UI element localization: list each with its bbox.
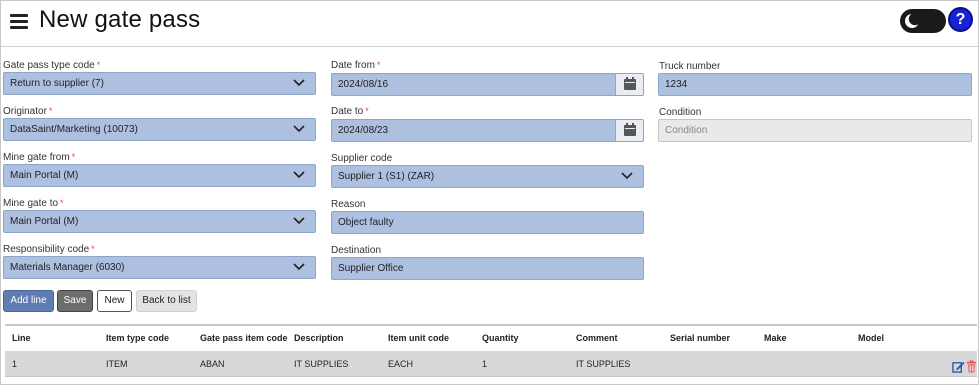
chevron-down-icon <box>293 125 305 133</box>
required-marker: * <box>91 244 95 254</box>
column-header-gate-pass-item-code: Gate pass item code <box>200 333 288 343</box>
mine-gate-from-value: Main Portal (M) <box>10 170 79 181</box>
supplier-code-label: Supplier code <box>331 153 393 164</box>
condition-input[interactable]: Condition <box>658 119 972 142</box>
required-marker: * <box>71 152 76 162</box>
help-icon: ? <box>955 11 966 28</box>
date-from-calendar-button[interactable] <box>615 74 643 95</box>
responsibility-code-label: Responsibility code * <box>3 244 95 255</box>
date-from-value: 2024/08/16 <box>338 79 389 90</box>
table-row[interactable]: 1 ITEM ABAN IT SUPPLIES EACH 1 IT SUPPLI… <box>5 351 977 377</box>
destination-label: Destination <box>331 245 382 256</box>
chevron-down-icon <box>293 171 305 179</box>
truck-number-value: 1234 <box>665 79 688 90</box>
moon-icon <box>905 13 920 28</box>
responsibility-code-value: Materials Manager (6030) <box>10 262 125 273</box>
truck-number-input[interactable]: 1234 <box>658 73 972 96</box>
originator-label: Originator * <box>3 106 53 117</box>
mine-gate-from-label: Mine gate from * <box>3 152 76 163</box>
cell-description: IT SUPPLIES <box>294 359 349 369</box>
date-from-input[interactable]: 2024/08/16 <box>331 73 644 96</box>
gate-pass-lines-table: Line Item type code Gate pass item code … <box>5 324 977 379</box>
condition-placeholder: Condition <box>665 125 708 136</box>
add-line-button[interactable]: Add line <box>3 290 54 312</box>
date-to-label: Date to * <box>331 106 369 117</box>
new-button[interactable]: New <box>97 290 132 312</box>
table-header: Line Item type code Gate pass item code … <box>5 326 977 350</box>
calendar-icon <box>624 123 636 136</box>
mine-gate-to-label: Mine gate to * <box>3 198 64 209</box>
destination-value: Supplier Office <box>338 263 404 274</box>
destination-input[interactable]: Supplier Office <box>331 257 644 280</box>
reason-input[interactable]: Object faulty <box>331 211 644 234</box>
column-header-quantity: Quantity <box>482 333 519 343</box>
chevron-down-icon <box>293 263 305 271</box>
cell-comment: IT SUPPLIES <box>576 359 631 369</box>
gate-pass-type-select[interactable]: Return to supplier (7) <box>3 72 316 95</box>
cell-item-type-code: ITEM <box>106 359 128 369</box>
required-marker: * <box>96 60 101 70</box>
page-header: New gate pass ? <box>1 1 978 47</box>
supplier-code-select[interactable]: Supplier 1 (S1) (ZAR) <box>331 165 644 188</box>
responsibility-code-select[interactable]: Materials Manager (6030) <box>3 256 316 279</box>
cell-line: 1 <box>12 359 18 369</box>
trash-icon[interactable] <box>965 360 978 373</box>
date-to-value: 2024/08/23 <box>338 125 389 136</box>
chevron-down-icon <box>621 172 633 180</box>
page-title: New gate pass <box>39 6 201 33</box>
gate-pass-type-label: Gate pass type code * <box>3 60 101 71</box>
date-to-calendar-button[interactable] <box>615 120 643 141</box>
reason-value: Object faulty <box>338 217 394 228</box>
chevron-down-icon <box>293 79 305 87</box>
gate-pass-type-value: Return to supplier (7) <box>10 78 104 89</box>
date-from-label: Date from * <box>331 60 381 71</box>
back-to-list-button[interactable]: Back to list <box>136 290 197 312</box>
date-to-input[interactable]: 2024/08/23 <box>331 119 644 142</box>
cell-item-unit-code: EACH <box>388 359 414 369</box>
app-window: New gate pass ? Gate pass type code * Ret… <box>0 0 979 385</box>
cell-quantity: 1 <box>482 359 488 369</box>
column-header-make: Make <box>764 333 787 343</box>
column-header-item-unit-code: Item unit code <box>388 333 450 343</box>
cell-gate-pass-item-code: ABAN <box>200 359 225 369</box>
hamburger-menu-icon[interactable] <box>10 14 28 30</box>
save-button[interactable]: Save <box>57 290 93 312</box>
reason-label: Reason <box>331 199 366 210</box>
chevron-down-icon <box>293 217 305 225</box>
mine-gate-to-value: Main Portal (M) <box>10 216 79 227</box>
column-header-item-type-code: Item type code <box>106 333 170 343</box>
column-header-line: Line <box>12 333 31 343</box>
originator-select[interactable]: DataSaint/Marketing (10073) <box>3 118 316 141</box>
column-header-description: Description <box>294 333 344 343</box>
calendar-icon <box>624 77 636 90</box>
column-header-serial-number: Serial number <box>670 333 731 343</box>
mine-gate-from-select[interactable]: Main Portal (M) <box>3 164 316 187</box>
required-marker: * <box>60 198 64 208</box>
required-marker: * <box>48 106 53 116</box>
required-marker: * <box>376 60 381 70</box>
supplier-code-value: Supplier 1 (S1) (ZAR) <box>338 171 435 182</box>
column-header-comment: Comment <box>576 333 618 343</box>
mine-gate-to-select[interactable]: Main Portal (M) <box>3 210 316 233</box>
help-button[interactable]: ? <box>948 7 973 32</box>
theme-toggle[interactable] <box>900 9 946 33</box>
edit-icon[interactable] <box>952 360 965 373</box>
column-header-model: Model <box>858 333 884 343</box>
required-marker: * <box>365 106 369 116</box>
truck-number-label: Truck number <box>659 61 721 72</box>
condition-label: Condition <box>659 107 702 118</box>
originator-value: DataSaint/Marketing (10073) <box>10 124 138 135</box>
